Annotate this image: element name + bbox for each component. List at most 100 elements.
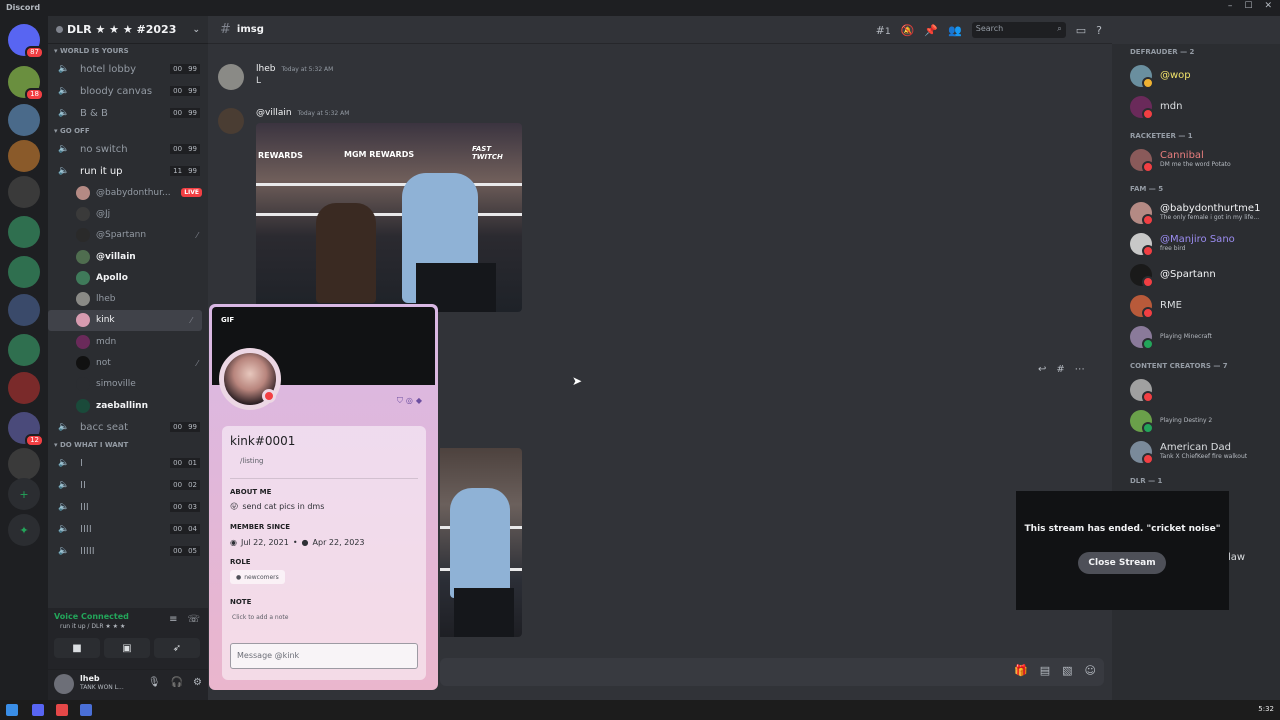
- close-stream-button[interactable]: Close Stream: [1078, 552, 1166, 574]
- avatar[interactable]: [218, 64, 244, 90]
- app-taskbar-icon[interactable]: [56, 704, 68, 716]
- server-icon[interactable]: [8, 256, 40, 288]
- maximize-button[interactable]: ☐: [1244, 1, 1252, 11]
- app-title: Discord: [6, 3, 41, 12]
- member-item[interactable]: Playing Minecraft: [1112, 321, 1280, 352]
- message-image[interactable]: [440, 448, 522, 637]
- gif-icon[interactable]: ▤: [1040, 664, 1050, 677]
- voice-user[interactable]: not ⁄: [48, 352, 208, 373]
- headphones-icon[interactable]: 🎧: [171, 677, 183, 688]
- gear-icon[interactable]: ⚙: [193, 677, 202, 688]
- message-composer[interactable]: 🎁 ▤ ▧ ☺: [440, 658, 1104, 686]
- voice-user[interactable]: zaeballinn: [48, 395, 208, 416]
- voice-user[interactable]: kink ⁄: [48, 309, 202, 332]
- server-icon[interactable]: [8, 140, 40, 172]
- shield-badge-icon[interactable]: ⛉: [397, 396, 403, 406]
- voice-user[interactable]: @babydonthur... LIVE: [48, 182, 208, 203]
- disconnect-icon[interactable]: ☏: [187, 614, 200, 625]
- voice-channel[interactable]: 🔈 IIII 00 04: [48, 518, 208, 540]
- voice-channel[interactable]: 🔈 run it up 11 99: [48, 160, 208, 182]
- message-author[interactable]: @villain: [256, 108, 292, 118]
- member-item[interactable]: RME: [1112, 290, 1280, 321]
- voice-channel[interactable]: 🔈 III 00 03: [48, 496, 208, 518]
- message-user-input[interactable]: Message @kink: [230, 643, 418, 669]
- voice-channel[interactable]: 🔈 I 00 01: [48, 452, 208, 474]
- profile-avatar[interactable]: [219, 348, 281, 410]
- thread-icon[interactable]: #: [1056, 364, 1064, 375]
- chevron-down-icon[interactable]: ⌄: [192, 25, 200, 35]
- channel-category[interactable]: ▾ GO OFF: [48, 124, 208, 138]
- app-taskbar-icon[interactable]: [80, 704, 92, 716]
- voice-channel[interactable]: 🔈 IIIII 00 05: [48, 540, 208, 562]
- avatar[interactable]: [54, 674, 74, 694]
- avatar[interactable]: [218, 108, 244, 134]
- server-icon[interactable]: [8, 372, 40, 404]
- add-server-icon[interactable]: +: [8, 478, 40, 510]
- member-item[interactable]: @babydonthurtme1 The only female i got in…: [1112, 197, 1280, 228]
- voice-user[interactable]: @Spartann ⁄: [48, 225, 208, 246]
- message-image[interactable]: REWARDS MGM REWARDS FAST TWITCH: [256, 123, 522, 312]
- voice-channel[interactable]: 🔈 B & B 00 99: [48, 102, 208, 124]
- server-icon[interactable]: 12: [8, 412, 44, 447]
- screen-share-button[interactable]: ▣: [104, 638, 150, 658]
- member-item[interactable]: American Dad Tank X ChiefKeef fire walkou…: [1112, 436, 1280, 467]
- channel-category[interactable]: ▾ WORLD IS YOURS: [48, 44, 208, 58]
- minimize-button[interactable]: –: [1228, 1, 1233, 11]
- voice-user[interactable]: Apollo: [48, 267, 208, 288]
- member-item[interactable]: Playing Destiny 2: [1112, 405, 1280, 436]
- voice-channel[interactable]: 🔈 hotel lobby 00 99: [48, 58, 208, 80]
- direct-messages-icon[interactable]: 87: [8, 24, 44, 59]
- threads-icon[interactable]: #1: [876, 24, 891, 37]
- server-icon[interactable]: [8, 176, 40, 208]
- activity-button[interactable]: ➶: [154, 638, 200, 658]
- member-item[interactable]: @Manjiro Sano free bird: [1112, 228, 1280, 259]
- voice-channel[interactable]: 🔈 II 00 02: [48, 474, 208, 496]
- server-icon[interactable]: 18: [8, 66, 44, 101]
- gift-icon[interactable]: 🎁: [1014, 664, 1028, 677]
- channel-category[interactable]: ▾ DO WHAT I WANT: [48, 438, 208, 452]
- help-icon[interactable]: ?: [1096, 24, 1102, 37]
- close-button[interactable]: ✕: [1264, 1, 1272, 11]
- sticker-icon[interactable]: ▧: [1062, 664, 1072, 677]
- voice-channel[interactable]: 🔈 bloody canvas 00 99: [48, 80, 208, 102]
- member-item[interactable]: Cannibal DM me the word Potato: [1112, 144, 1280, 175]
- explore-icon[interactable]: ✦: [8, 514, 40, 546]
- voice-user[interactable]: mdn: [48, 331, 208, 352]
- server-icon[interactable]: [8, 216, 40, 248]
- inbox-icon[interactable]: ▭: [1076, 24, 1086, 37]
- member-list-icon[interactable]: 👥: [948, 24, 962, 37]
- member-item[interactable]: mdn: [1112, 91, 1280, 122]
- voice-location[interactable]: run it up / DLR ★ ★ ★: [60, 623, 125, 630]
- voice-channel[interactable]: 🔈 no switch 00 99: [48, 138, 208, 160]
- reply-icon[interactable]: ↩: [1038, 364, 1046, 375]
- windows-start-icon[interactable]: [6, 704, 18, 716]
- member-item[interactable]: [1112, 374, 1280, 405]
- voice-channel[interactable]: 🔈 bacc seat 00 99: [48, 416, 208, 438]
- nitro-badge-icon[interactable]: ◎: [406, 396, 413, 406]
- role-pill[interactable]: ● newcomers: [230, 570, 285, 584]
- discord-taskbar-icon[interactable]: [32, 704, 44, 716]
- voice-user[interactable]: @villain: [48, 246, 208, 267]
- server-header[interactable]: DLR ★ ★ ★ #2023 ⌄: [48, 16, 208, 44]
- emoji-icon[interactable]: ☺: [1085, 664, 1096, 677]
- camera-button[interactable]: ■: [54, 638, 100, 658]
- voice-user[interactable]: simoville: [48, 374, 208, 395]
- note-input[interactable]: Click to add a note: [232, 614, 288, 621]
- voice-user[interactable]: lheb: [48, 288, 208, 309]
- voice-user[interactable]: @Jj: [48, 203, 208, 224]
- member-item[interactable]: @wop: [1112, 60, 1280, 91]
- server-name: DLR ★ ★ ★ #2023: [67, 23, 177, 36]
- microphone-icon[interactable]: 🎙: [148, 677, 161, 688]
- server-icon[interactable]: [8, 448, 40, 480]
- member-item[interactable]: @Spartann: [1112, 259, 1280, 290]
- boost-badge-icon[interactable]: ◆: [416, 396, 422, 406]
- server-icon[interactable]: [8, 104, 40, 136]
- search-input[interactable]: Search ⌕: [971, 22, 1066, 38]
- message-author[interactable]: lheb: [256, 64, 275, 74]
- mute-icon[interactable]: 🔕: [901, 24, 915, 37]
- pin-icon[interactable]: 📌: [924, 24, 938, 37]
- more-icon[interactable]: ⋯: [1075, 364, 1085, 375]
- noise-suppression-icon[interactable]: ≡: [169, 614, 177, 625]
- server-icon[interactable]: [8, 294, 40, 326]
- server-icon[interactable]: [8, 334, 40, 366]
